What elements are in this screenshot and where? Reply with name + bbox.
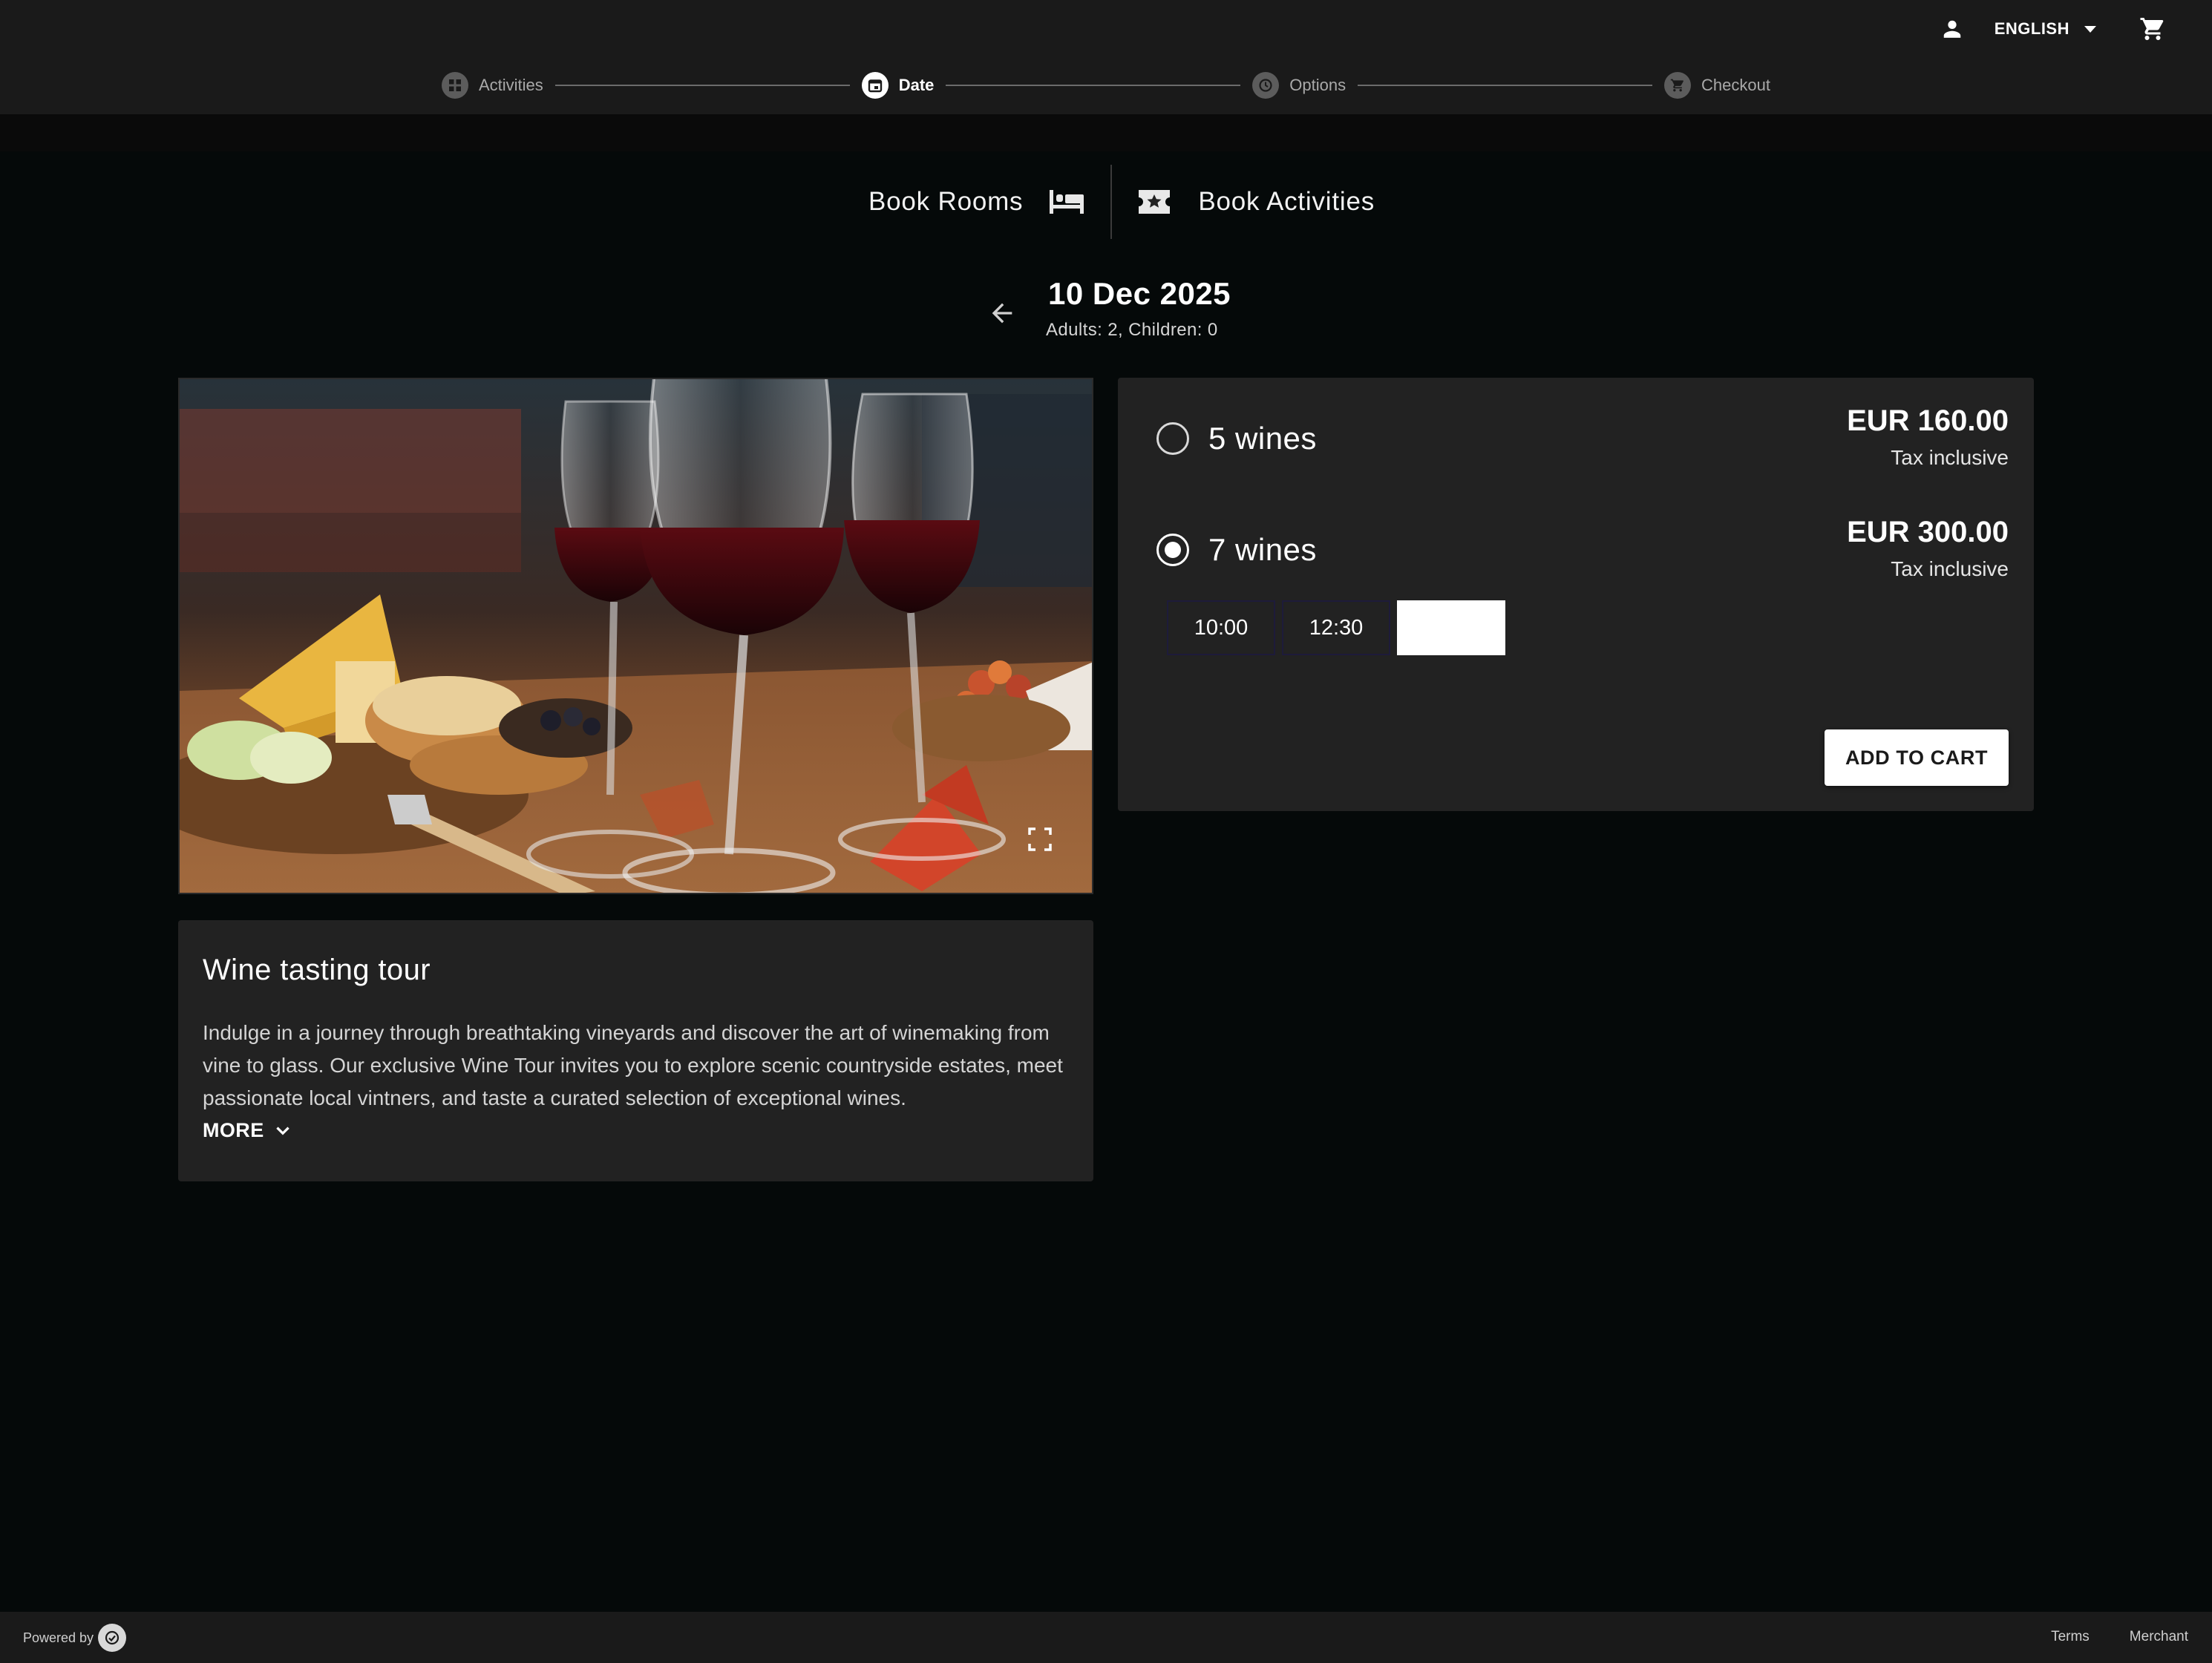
language-selector[interactable]: ENGLISH	[1995, 19, 2096, 39]
step-checkout[interactable]: Checkout	[1664, 72, 1770, 99]
merchant-link[interactable]: Merchant	[2130, 1629, 2188, 1645]
tax-note: Tax inclusive	[1891, 446, 2009, 469]
book-rooms-tab[interactable]: Book Rooms	[868, 165, 1085, 239]
language-label: ENGLISH	[1994, 19, 2069, 38]
tax-note: Tax inclusive	[1891, 557, 2009, 580]
option-5-wines[interactable]: 5 wines EUR 160.00 Tax inclusive	[1156, 404, 2009, 471]
clock-icon	[1252, 72, 1280, 99]
ticket-star-icon	[1139, 190, 1171, 214]
step-date[interactable]: Date	[861, 72, 935, 99]
time-slot-blank[interactable]	[1397, 600, 1505, 655]
option-price: EUR 160.00	[1847, 404, 2009, 437]
step-label: Checkout	[1701, 76, 1770, 94]
selected-date: 10 Dec 2025	[1048, 276, 1231, 311]
step-options[interactable]: Options	[1252, 72, 1346, 99]
footer-links: Terms Merchant	[2011, 1629, 2188, 1645]
step-activities[interactable]: Activities	[442, 72, 543, 99]
time-slot-1230[interactable]: 12:30	[1282, 600, 1390, 655]
radio-button-selected[interactable]	[1156, 534, 1189, 566]
activity-description: Indulge in a journey through breathtakin…	[203, 1021, 1063, 1109]
time-slots: 10:00 12:30	[1167, 600, 1512, 655]
option-name: 7 wines	[1208, 532, 1317, 567]
chevron-down-icon	[2084, 25, 2096, 33]
cart-icon	[1664, 72, 1692, 99]
activity-title: Wine tasting tour	[203, 954, 431, 986]
top-bar: ENGLISH Activities Date Options Checkout	[0, 0, 2212, 114]
header-subbar	[0, 114, 2212, 151]
grid-icon	[442, 72, 468, 99]
time-slot-1000[interactable]: 10:00	[1167, 600, 1275, 655]
fullscreen-icon	[1028, 827, 1052, 851]
account-button[interactable]	[1940, 15, 1965, 43]
option-price: EUR 300.00	[1847, 516, 2009, 548]
step-connector	[554, 85, 850, 86]
footer: Powered by Terms Merchant	[0, 1612, 2212, 1663]
cart-button[interactable]	[2138, 15, 2167, 43]
chevron-down-icon	[275, 1126, 289, 1135]
book-activities-tab[interactable]: Book Activities	[1137, 165, 1375, 239]
fullscreen-button[interactable]	[1025, 824, 1055, 854]
wine-table-illustration	[180, 379, 1092, 893]
step-label: Options	[1289, 76, 1346, 94]
powered-by-label: Powered by	[23, 1630, 94, 1645]
activity-image[interactable]	[178, 378, 1093, 894]
guest-count: Adults: 2, Children: 0	[1046, 320, 1218, 340]
step-label: Activities	[479, 76, 543, 94]
option-name: 5 wines	[1208, 421, 1317, 456]
more-button[interactable]: MORE	[203, 1119, 292, 1142]
radio-button[interactable]	[1156, 422, 1189, 455]
terms-link[interactable]: Terms	[2051, 1629, 2090, 1645]
option-7-wines[interactable]: 7 wines EUR 300.00 Tax inclusive	[1156, 516, 2009, 583]
date-heading: 10 Dec 2025 Adults: 2, Children: 0	[980, 273, 1277, 347]
step-connector	[946, 85, 1241, 86]
bed-icon	[1050, 190, 1084, 214]
booking-divider	[1110, 165, 1113, 239]
step-label: Date	[898, 76, 935, 94]
powered-by: Powered by	[23, 1624, 127, 1652]
options-card: 5 wines EUR 160.00 Tax inclusive 7 wines…	[1118, 378, 2034, 811]
arrow-left-icon	[992, 303, 1012, 324]
more-label: MORE	[203, 1119, 264, 1141]
header-actions: ENGLISH	[1940, 15, 2167, 43]
calendar-icon	[861, 72, 889, 99]
brand-logo-icon[interactable]	[98, 1624, 127, 1652]
add-to-cart-button[interactable]: ADD TO CART	[1825, 729, 2009, 786]
activity-description-card: Wine tasting tour Indulge in a journey t…	[178, 920, 1093, 1181]
book-activities-label: Book Activities	[1198, 187, 1375, 216]
booking-type-switch: Book Rooms Book Activities	[868, 165, 1375, 239]
person-icon	[1943, 20, 1960, 38]
back-button[interactable]	[980, 291, 1024, 335]
progress-stepper: Activities Date Options Checkout	[442, 71, 1770, 99]
book-rooms-label: Book Rooms	[868, 187, 1024, 216]
step-connector	[1358, 85, 1653, 86]
shopping-cart-icon	[2140, 18, 2164, 40]
